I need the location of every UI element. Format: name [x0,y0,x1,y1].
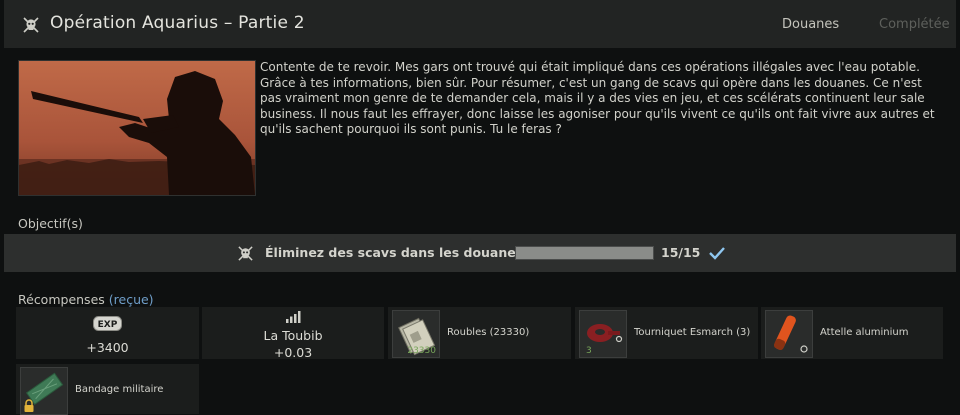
item-name: Roubles (23330) [447,327,530,338]
tourniquet-item-thumb[interactable]: 3 [579,310,627,358]
reward-trader-standing: La Toubib +0.03 [202,307,384,360]
svg-text:EXP: EXP [98,320,118,330]
reward-exp: EXP +3400 [16,307,199,359]
reward-item-splint[interactable]: Attelle aluminium [761,307,943,359]
item-count: 3 [586,346,592,356]
reward-item-roubles[interactable]: 23330 Roubles (23330) [388,307,571,359]
rewards-title: Récompenses [18,292,105,307]
rewards-label: Récompenses (reçue) [18,292,154,307]
exp-badge-icon: EXP [93,316,122,331]
checkmark-icon [709,247,725,260]
quest-status: Complétée [879,17,950,32]
bandage-item-thumb[interactable] [20,367,68,415]
objective-row: Éliminez des scavs dans les douanes 15/1… [4,234,956,272]
splint-item-thumb[interactable] [765,310,813,358]
skull-icon [238,246,253,261]
reward-item-tourniquet[interactable]: 3 Tourniquet Esmarch (3) [575,307,758,359]
roubles-item-thumb[interactable]: 23330 [392,310,440,358]
portrait-image [19,61,255,195]
quest-description: Contente de te revoir. Mes gars ont trou… [260,60,935,137]
trader-name: La Toubib [263,328,323,343]
objective-text: Éliminez des scavs dans les douanes [265,245,524,260]
exp-value: +3400 [86,340,129,355]
splint-icon [773,315,808,353]
objective-progress-fill [516,247,653,259]
trader-portrait [18,60,256,196]
quest-header: Opération Aquarius – Partie 2 Douanes Co… [4,0,956,48]
reward-item-bandage[interactable]: Bandage militaire [16,364,199,415]
skull-icon [23,17,39,33]
lock-icon [24,399,34,412]
quest-title: Opération Aquarius – Partie 2 [50,13,305,33]
rewards-received-link[interactable]: (reçue) [109,292,154,307]
objectives-label: Objectif(s) [18,216,83,231]
item-name: Tourniquet Esmarch (3) [634,327,751,338]
objective-progress-bar [515,246,654,260]
rank-bars-icon [286,311,301,323]
item-count: 23330 [407,346,436,356]
quest-location[interactable]: Douanes [782,17,839,32]
item-name: Bandage militaire [75,384,164,395]
objective-count: 15/15 [661,245,701,260]
trader-standing-value: +0.03 [273,345,313,360]
item-name: Attelle aluminium [820,327,909,338]
